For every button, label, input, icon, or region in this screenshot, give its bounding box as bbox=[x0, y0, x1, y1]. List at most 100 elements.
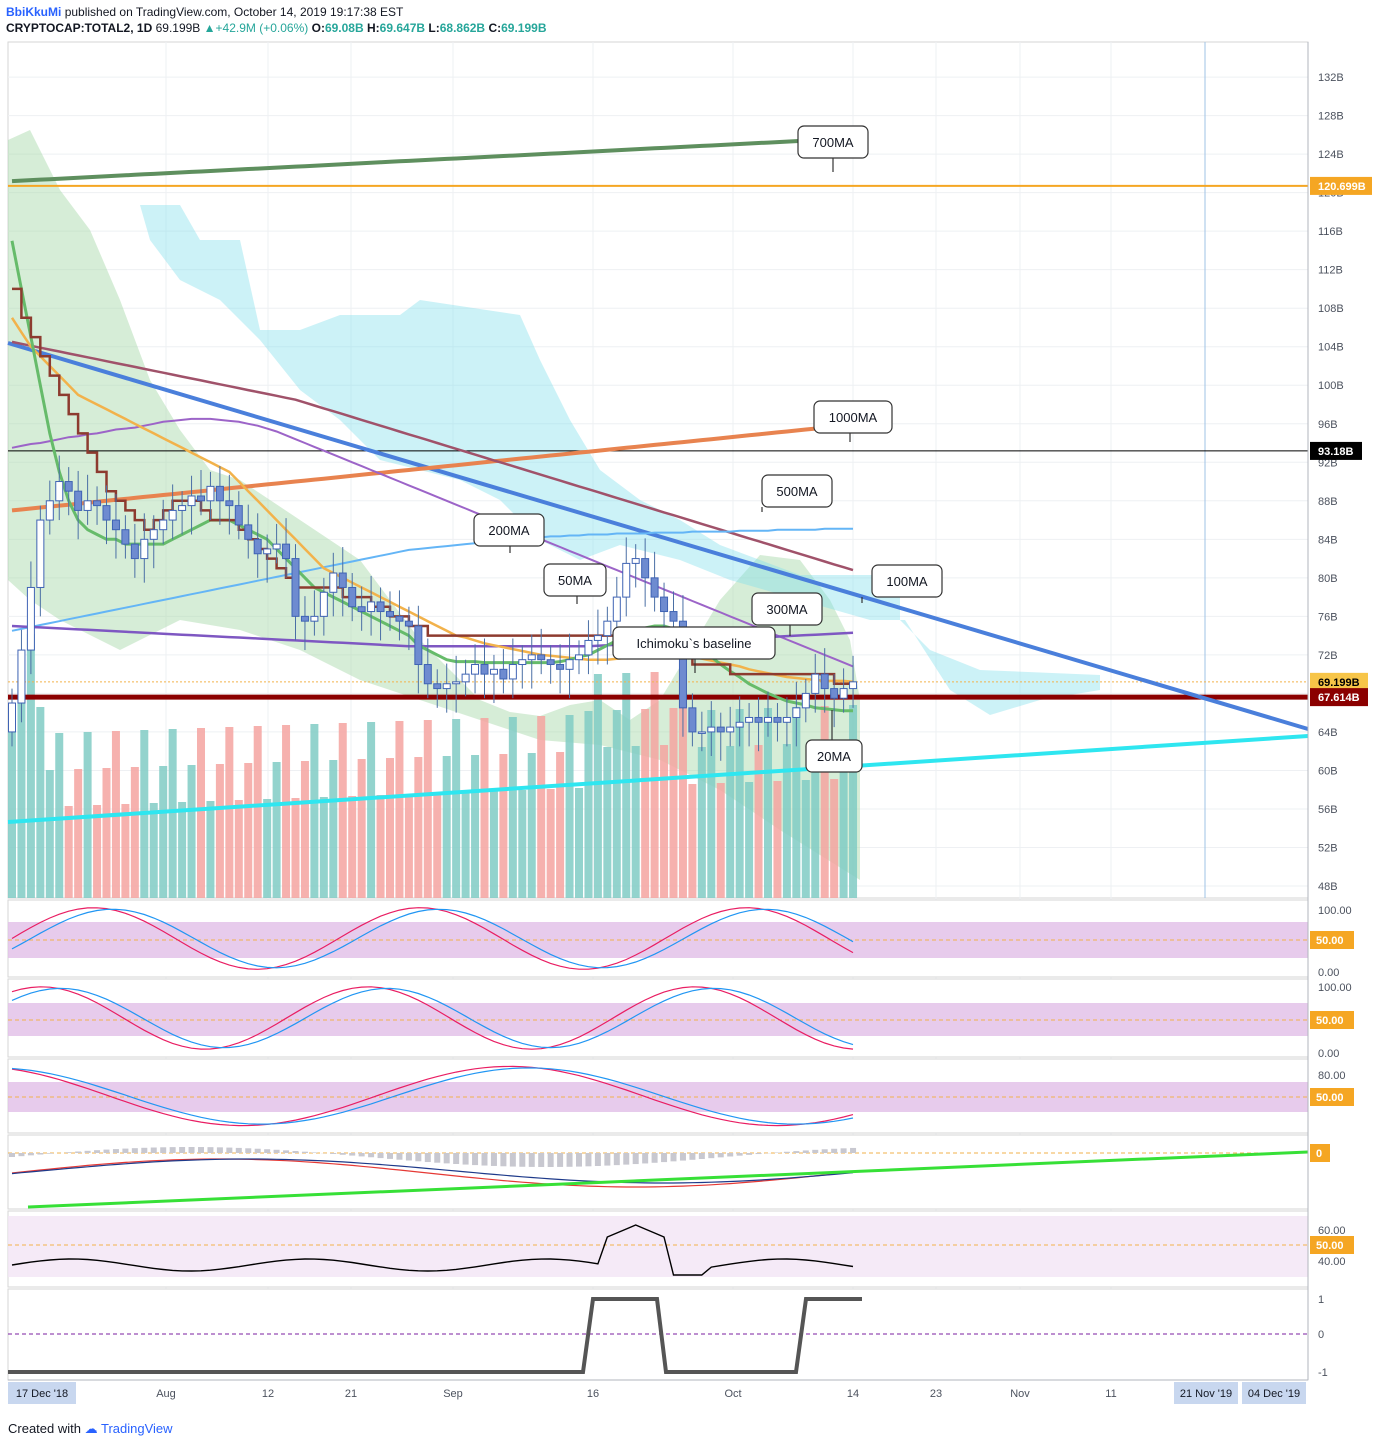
oscillator-pane-3: 80.00 50.00 bbox=[7, 1058, 1354, 1134]
volume-bar bbox=[121, 804, 130, 898]
price-tag-label: 120.699B bbox=[1318, 181, 1366, 193]
histogram-bar bbox=[576, 1153, 582, 1167]
candle-body bbox=[650, 577, 659, 598]
volume-bar bbox=[480, 718, 489, 898]
volume-bar bbox=[102, 768, 111, 898]
callout-label: 500MA bbox=[776, 484, 818, 499]
volume-bar bbox=[593, 674, 602, 898]
histogram-bar bbox=[405, 1153, 412, 1161]
change-value: ▲+42.9M (+0.06%) bbox=[203, 21, 309, 35]
candle-body bbox=[93, 500, 102, 507]
volume-bar bbox=[518, 790, 527, 898]
candle-body bbox=[300, 615, 309, 622]
published-text: published on TradingView.com, October 14… bbox=[64, 5, 404, 19]
time-box-label: 04 Dec '19 bbox=[1248, 1388, 1300, 1400]
price-tag-label: 93.18B bbox=[1318, 446, 1354, 458]
volume-bar bbox=[433, 793, 442, 898]
volume-bar bbox=[338, 723, 347, 898]
candle-body bbox=[159, 519, 168, 531]
price-axis-tick: 132B bbox=[1318, 72, 1344, 84]
volume-bar bbox=[499, 754, 508, 898]
histogram-bar bbox=[46, 1153, 53, 1154]
histogram-bar bbox=[746, 1153, 753, 1155]
histogram-bar bbox=[472, 1153, 479, 1166]
candle-body bbox=[17, 649, 26, 704]
candle-body bbox=[811, 673, 820, 694]
tradingview-brand[interactable]: TradingView bbox=[101, 1421, 173, 1436]
volume-bar bbox=[849, 705, 858, 898]
time-axis-tick: Sep bbox=[443, 1388, 463, 1400]
author-name[interactable]: BbiKkuMi bbox=[6, 5, 61, 19]
volume-bar bbox=[669, 708, 678, 898]
pane-axis-tick: -1 bbox=[1318, 1367, 1328, 1379]
candle-body bbox=[801, 692, 810, 709]
volume-bar bbox=[754, 745, 763, 898]
histogram-bar bbox=[708, 1153, 715, 1159]
candle-body bbox=[754, 716, 763, 723]
callout-label: 300MA bbox=[766, 602, 808, 617]
histogram-bar bbox=[103, 1149, 110, 1153]
price-axis-tick: 104B bbox=[1318, 342, 1344, 354]
candle-body bbox=[64, 481, 73, 492]
pane-axis-tick: 60.00 bbox=[1318, 1225, 1346, 1237]
histogram-bar bbox=[538, 1153, 545, 1167]
candle-body bbox=[773, 716, 782, 723]
pane-axis-tick: 0.00 bbox=[1318, 1048, 1339, 1060]
price-tag: 120.699B bbox=[1310, 176, 1372, 195]
histogram-bar bbox=[481, 1153, 488, 1166]
time-axis-tick: Oct bbox=[724, 1388, 741, 1400]
histogram-bar bbox=[840, 1148, 847, 1153]
candle-body bbox=[319, 591, 328, 617]
volume-bar bbox=[612, 710, 621, 898]
candle-body bbox=[291, 558, 300, 617]
candle-body bbox=[414, 625, 423, 666]
volume-bar bbox=[782, 744, 791, 898]
histogram-bar bbox=[27, 1153, 34, 1156]
volume-bar bbox=[187, 765, 196, 898]
candle-body bbox=[603, 620, 612, 637]
price-axis-tick: 84B bbox=[1318, 534, 1338, 546]
volume-bar bbox=[93, 805, 102, 898]
pane-axis-tick: 100.00 bbox=[1318, 982, 1352, 994]
callout-label: 20MA bbox=[817, 749, 851, 764]
time-axis-tick: 16 bbox=[587, 1388, 599, 1400]
candle-body bbox=[584, 639, 593, 656]
candle-body bbox=[660, 596, 669, 613]
callout-label: 1000MA bbox=[829, 410, 878, 425]
histogram-bar bbox=[37, 1153, 44, 1155]
volume-bar bbox=[149, 803, 158, 898]
oscillator-pane-4: 0 bbox=[7, 1134, 1330, 1210]
histogram-bar bbox=[774, 1152, 781, 1153]
price-axis-tick: 100B bbox=[1318, 380, 1344, 392]
volume-bar bbox=[830, 779, 839, 898]
time-axis-tick: 23 bbox=[930, 1388, 942, 1400]
volume-bar bbox=[367, 722, 376, 898]
candle-body bbox=[36, 519, 45, 588]
candle-body bbox=[140, 538, 149, 560]
volume-bar bbox=[461, 792, 470, 898]
histogram-bar bbox=[160, 1147, 167, 1153]
chart-canvas[interactable]: 700MA 1000MA 500MA 200MA 50MA 100MA 300MA Ichim… bbox=[0, 40, 1382, 1415]
histogram-bar bbox=[509, 1153, 516, 1167]
candle-body bbox=[244, 524, 253, 540]
volume-bar bbox=[631, 746, 640, 898]
volume-bar bbox=[471, 755, 480, 898]
price-axis-tick: 128B bbox=[1318, 111, 1344, 123]
pane-tag-label: 0 bbox=[1316, 1148, 1322, 1160]
candle-body bbox=[168, 509, 177, 521]
volume-bar bbox=[423, 720, 432, 898]
price-tag-label: 67.614B bbox=[1318, 692, 1360, 704]
pane-bg bbox=[7, 1134, 1309, 1210]
volume-bar bbox=[348, 796, 357, 898]
histogram-bar bbox=[330, 1153, 337, 1154]
histogram-bar bbox=[368, 1153, 375, 1158]
candle-body bbox=[395, 615, 404, 622]
histogram-bar bbox=[9, 1153, 15, 1157]
candle-body bbox=[593, 635, 602, 641]
volume-bar bbox=[716, 783, 725, 898]
volume-bar bbox=[395, 721, 404, 898]
pane-band bbox=[8, 1216, 1308, 1277]
histogram-bar bbox=[783, 1151, 790, 1153]
histogram-bar bbox=[736, 1153, 743, 1156]
volume-bar bbox=[565, 715, 574, 898]
